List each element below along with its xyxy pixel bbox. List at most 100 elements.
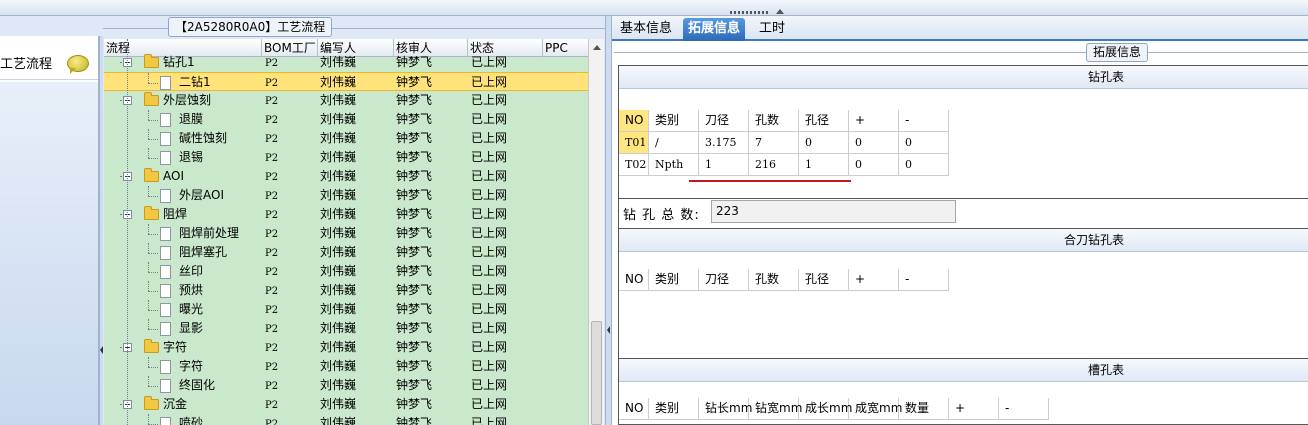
author: 刘伟巍 (320, 245, 357, 259)
collapse-right-icon[interactable] (607, 326, 610, 334)
tree-row[interactable]: 预烘 P2 刘伟巍 钟梦飞 已上网 (104, 281, 588, 300)
tree-row[interactable]: 钻孔1 P2 刘伟巍 钟梦飞 已上网 (104, 53, 588, 72)
grid-cell[interactable]: 1 (799, 154, 849, 176)
author: 刘伟巍 (320, 321, 357, 335)
grid-cell[interactable]: 0 (849, 154, 899, 176)
grid-column-header: - (999, 398, 1049, 420)
bom-factory: P2 (265, 267, 279, 278)
tree-row[interactable]: 沉金 P2 刘伟巍 钟梦飞 已上网 (104, 395, 588, 414)
tree-row[interactable]: 字符 P2 刘伟巍 钟梦飞 已上网 (104, 357, 588, 376)
reviewer: 钟梦飞 (396, 245, 433, 259)
author: 刘伟巍 (320, 416, 357, 425)
bom-factory: P2 (265, 324, 279, 335)
grid-cell[interactable]: 0 (899, 154, 949, 176)
status: 已上网 (471, 55, 508, 69)
nav-item-process-flow[interactable]: 工艺流程 (0, 40, 98, 80)
collapse-left-icon[interactable] (100, 346, 103, 354)
document-icon (160, 379, 171, 393)
folder-icon (144, 339, 159, 353)
tab-extended-info[interactable]: 拓展信息 (683, 18, 746, 41)
tree-connector (148, 110, 149, 120)
tree-row[interactable]: 字符 P2 刘伟巍 钟梦飞 已上网 (104, 338, 588, 357)
tree-connector (148, 281, 149, 291)
document-icon (160, 151, 171, 165)
tree-row[interactable]: 显影 P2 刘伟巍 钟梦飞 已上网 (104, 319, 588, 338)
status: 已上网 (471, 397, 508, 411)
section-divider (619, 198, 1308, 199)
drill-table-title: 钻孔表 (619, 66, 1308, 89)
status: 已上网 (471, 131, 508, 145)
author: 刘伟巍 (320, 340, 357, 354)
grid-column-header: 孔径 (799, 269, 849, 291)
status: 已上网 (471, 93, 508, 107)
grid-cell[interactable]: 7 (749, 132, 799, 154)
grid-cell[interactable]: 216 (749, 154, 799, 176)
group-title: 拓展信息 (1086, 43, 1149, 62)
total-drill-label: 钻 孔 总 数: (623, 208, 700, 223)
red-marker-line (689, 180, 851, 182)
status: 已上网 (471, 283, 508, 297)
tree-row[interactable]: 终固化 P2 刘伟巍 钟梦飞 已上网 (104, 376, 588, 395)
tree-row[interactable]: 碱性蚀刻 P2 刘伟巍 钟梦飞 已上网 (104, 129, 588, 148)
tree-row[interactable]: 退膜 P2 刘伟巍 钟梦飞 已上网 (104, 110, 588, 129)
tree-row[interactable]: 阻焊 P2 刘伟巍 钟梦飞 已上网 (104, 205, 588, 224)
tree-row[interactable]: 退锡 P2 刘伟巍 钟梦飞 已上网 (104, 148, 588, 167)
splitter-grip[interactable] (730, 11, 770, 14)
process-tree-grid[interactable]: 流程 BOM工厂 编写人 核审人 状态 PPC 钻孔1 P2 刘伟巍 钟梦飞 已上网 二钻1 P2 刘伟… (104, 39, 588, 425)
tree-row[interactable]: 阻焊塞孔 P2 刘伟巍 钟梦飞 已上网 (104, 243, 588, 262)
reviewer: 钟梦飞 (396, 169, 433, 183)
reviewer: 钟梦飞 (396, 397, 433, 411)
grid-cell[interactable]: T02 (619, 154, 649, 176)
reviewer: 钟梦飞 (396, 93, 433, 107)
tree-connector (148, 186, 149, 196)
tree-connector (148, 158, 158, 159)
grid-column-header: 类别 (649, 398, 699, 420)
grid-cell[interactable]: T01 (619, 132, 649, 154)
document-icon (160, 322, 171, 336)
tree-row[interactable]: 外层AOI P2 刘伟巍 钟梦飞 已上网 (104, 186, 588, 205)
author: 刘伟巍 (320, 397, 357, 411)
tree-row[interactable]: 曝光 P2 刘伟巍 钟梦飞 已上网 (104, 300, 588, 319)
bom-factory: P2 (265, 343, 279, 354)
grid-cell[interactable]: 3.175 (699, 132, 749, 154)
grid-column-header: 钻宽mm (749, 398, 802, 420)
tree-connector (148, 196, 158, 197)
right-splitter[interactable] (605, 16, 612, 425)
grid-column-header: 孔数 (749, 110, 799, 132)
step-name: 字符 (163, 340, 188, 354)
grid-cell[interactable]: 0 (799, 132, 849, 154)
tree-connector (148, 139, 158, 140)
tree-row[interactable]: 外层蚀刻 P2 刘伟巍 钟梦飞 已上网 (104, 91, 588, 110)
grid-cell[interactable]: 0 (849, 132, 899, 154)
tree-row[interactable]: 丝印 P2 刘伟巍 钟梦飞 已上网 (104, 262, 588, 281)
grid-cell[interactable]: 1 (699, 154, 749, 176)
tree-row[interactable]: 阻焊前处理 P2 刘伟巍 钟梦飞 已上网 (104, 224, 588, 243)
tab-basic-info[interactable]: 基本信息 (615, 18, 677, 41)
tree-row[interactable]: AOI P2 刘伟巍 钟梦飞 已上网 (104, 167, 588, 186)
tree-row[interactable]: 喷砂 P2 刘伟巍 钟梦飞 已上网 (104, 414, 588, 425)
tree-connector (148, 262, 149, 272)
tab-work-hours[interactable]: 工时 (754, 18, 790, 41)
grid-cell[interactable]: Npth (649, 154, 699, 176)
step-name: 外层蚀刻 (163, 93, 212, 107)
tree-connector (148, 83, 158, 84)
step-name: 沉金 (163, 397, 188, 411)
tree-vertical-scrollbar[interactable] (588, 39, 604, 425)
folder-icon (144, 396, 159, 410)
grid-cell[interactable]: 0 (899, 132, 949, 154)
tree-connector (127, 39, 128, 425)
left-splitter[interactable] (99, 36, 103, 425)
reviewer: 钟梦飞 (396, 264, 433, 278)
step-name: 终固化 (179, 378, 216, 392)
document-icon (160, 76, 171, 90)
grid-column-header: 刀径 (699, 269, 749, 291)
scroll-thumb[interactable] (591, 321, 602, 425)
total-drill-field[interactable]: 223 (711, 200, 956, 223)
scroll-up-icon[interactable] (593, 45, 601, 50)
tree-connector (148, 291, 158, 292)
tree-row[interactable]: 二钻1 P2 刘伟巍 钟梦飞 已上网 (104, 72, 588, 91)
grid-cell[interactable]: / (649, 132, 699, 154)
collapse-arrow-icon[interactable] (776, 9, 784, 14)
reviewer: 钟梦飞 (396, 188, 433, 202)
step-name: 碱性蚀刻 (179, 131, 228, 145)
